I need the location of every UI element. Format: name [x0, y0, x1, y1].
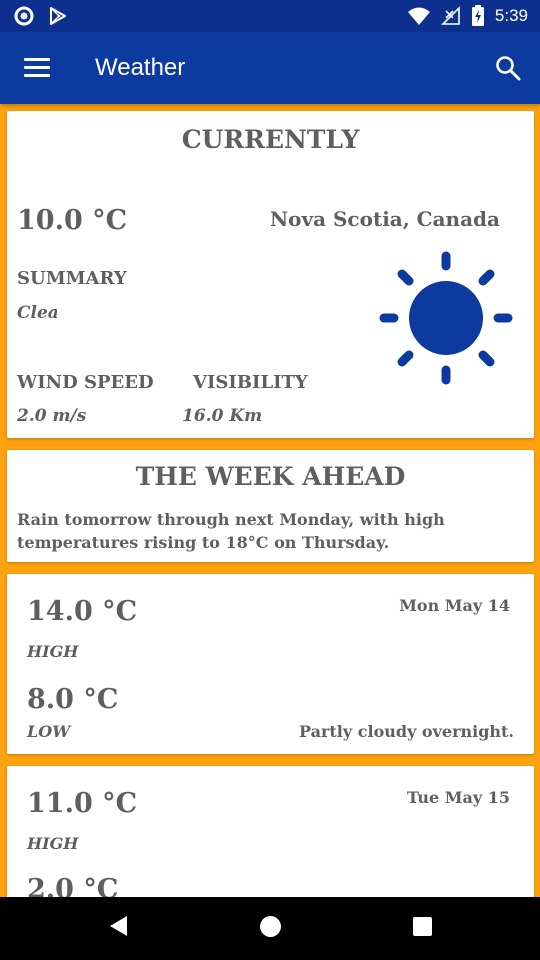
- week-summary: Rain tomorrow through next Monday, with …: [17, 510, 445, 552]
- week-ahead-card: THE WEEK AHEAD Rain tomorrow through nex…: [7, 450, 534, 562]
- menu-icon[interactable]: [24, 58, 50, 78]
- back-icon[interactable]: [110, 916, 127, 936]
- search-icon[interactable]: [494, 54, 522, 82]
- visibility-value: 16.0 Km: [182, 406, 263, 426]
- wifi-icon: [407, 7, 430, 25]
- week-heading: THE WEEK AHEAD: [135, 462, 406, 491]
- forecast-high-temp: 14.0 °C: [27, 596, 138, 627]
- wind-speed-label: WIND SPEED: [17, 372, 154, 393]
- app-bar: Weather: [0, 32, 540, 104]
- notification-circle-icon: [14, 6, 34, 26]
- recent-apps-icon[interactable]: [413, 917, 432, 936]
- visibility-label: VISIBILITY: [193, 372, 308, 393]
- current-weather-card: CURRENTLY 10.0 °C Nova Scotia, Canada SU…: [7, 111, 534, 438]
- forecast-summary: Partly cloudy overnight.: [299, 722, 514, 741]
- forecast-date: Mon May 14: [399, 596, 510, 615]
- status-time: 5:39: [494, 6, 528, 25]
- forecast-low-temp: 8.0 °C: [27, 684, 119, 715]
- current-location: Nova Scotia, Canada: [269, 207, 500, 231]
- forecast-high-label: HIGH: [27, 834, 79, 853]
- forecast-high-label: HIGH: [27, 642, 79, 661]
- forecast-day-card[interactable]: 14.0 °C Mon May 14 HIGH 8.0 °C LOW Partl…: [7, 574, 534, 754]
- forecast-low-label: LOW: [27, 722, 71, 741]
- cellular-signal-icon: [440, 6, 460, 25]
- sun-icon: [379, 251, 513, 385]
- status-bar: 5:39: [0, 0, 540, 32]
- summary-label: SUMMARY: [17, 268, 127, 289]
- forecast-high-temp: 11.0 °C: [27, 788, 138, 819]
- wind-speed-value: 2.0 m/s: [17, 406, 87, 426]
- current-temperature: 10.0 °C: [17, 205, 128, 236]
- home-icon[interactable]: [260, 916, 281, 937]
- current-heading: CURRENTLY: [181, 125, 360, 154]
- app-title: Weather: [95, 54, 186, 81]
- navigation-bar: [0, 897, 540, 960]
- play-store-icon: [50, 7, 66, 25]
- summary-value: Clear: [17, 303, 57, 323]
- forecast-date: Tue May 15: [406, 788, 510, 807]
- forecast-day-card[interactable]: 11.0 °C Tue May 15 HIGH 2.0 °C: [7, 766, 534, 916]
- battery-icon: [471, 5, 484, 26]
